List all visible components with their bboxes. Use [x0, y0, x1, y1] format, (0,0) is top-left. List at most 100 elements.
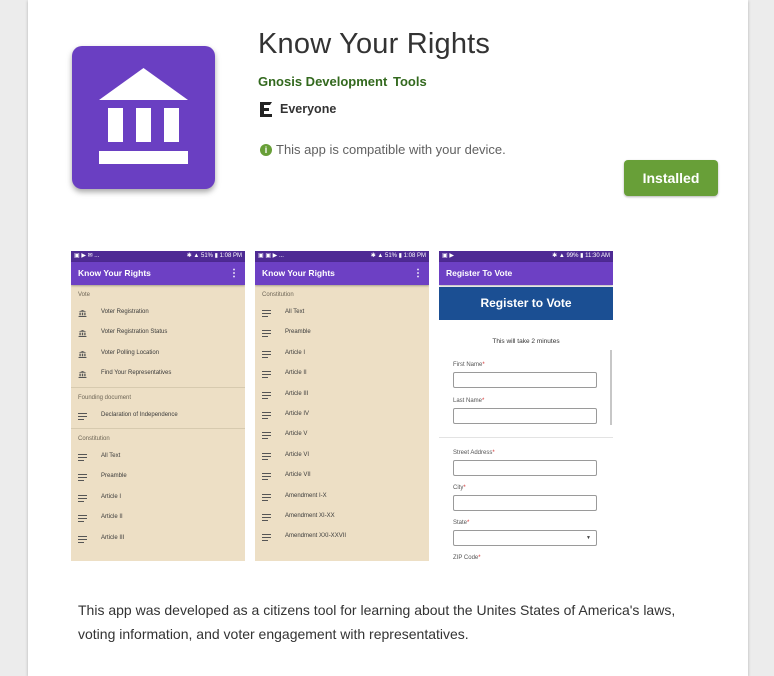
first-name-label: First Name* [453, 362, 485, 368]
street-address-label: Street Address* [453, 450, 495, 456]
lines-icon [262, 391, 271, 399]
list-item: Article II [255, 364, 429, 384]
list-item-label: Article VII [285, 472, 311, 479]
state-label: State* [453, 520, 470, 526]
lines-icon [78, 412, 87, 420]
list-item: Article VII [255, 466, 429, 486]
status-right: ✱ ▲ 51% ▮ 1:08 PM [370, 253, 426, 259]
list-item-label: Preamble [285, 329, 311, 336]
scrollbar [610, 350, 612, 425]
list-item-label: Amendment XXI-XXVII [285, 533, 347, 540]
bank-icon [78, 330, 87, 338]
screenshot-3[interactable]: ▣ ▶ ✱ ▲ 99% ▮ 11:30 AM Register To Vote … [439, 251, 613, 561]
city-field [453, 495, 597, 511]
list-item: Article II [71, 508, 245, 528]
section-heading: Constitution [78, 435, 110, 442]
lines-icon [262, 473, 271, 481]
lines-icon [262, 432, 271, 440]
courthouse-icon [72, 46, 215, 189]
list-item-label: Amendment XI-XX [285, 512, 335, 519]
lines-icon [262, 330, 271, 338]
register-banner: Register to Vote [439, 287, 613, 320]
list-item: Preamble [71, 467, 245, 487]
status-left: ▣ ▣ ▶ ... [258, 253, 284, 259]
content-rating: Everyone [280, 102, 337, 116]
last-name-label: Last Name* [453, 398, 485, 404]
developer-link[interactable]: Gnosis Development [258, 74, 387, 89]
lines-icon [78, 515, 87, 523]
bank-icon [78, 371, 87, 379]
divider [71, 427, 245, 429]
info-icon: i [260, 144, 272, 156]
list-item: Declaration of Independence [71, 406, 245, 426]
bank-icon [78, 310, 87, 317]
list-item: Voter Registration [71, 303, 245, 323]
app-bar-title: Know Your Rights [262, 268, 335, 278]
app-description: This app was developed as a citizens too… [78, 602, 676, 642]
overflow-menu-icon: ⋮ [229, 268, 239, 279]
installed-button[interactable]: Installed [624, 160, 718, 196]
list-item-label: Amendment I-X [285, 492, 327, 499]
list-item-label: All Text [101, 452, 121, 459]
list-item-label: Preamble [101, 473, 127, 480]
list-item: Article VI [255, 446, 429, 466]
list-item-label: Article III [101, 534, 125, 541]
list-item-label: All Text [285, 309, 305, 315]
list-item: Article III [71, 529, 245, 549]
list-item: Amendment XXI-XXVII [255, 527, 429, 547]
lines-icon [262, 513, 271, 521]
list-item-label: Voter Polling Location [101, 349, 160, 356]
app-bar-title: Know Your Rights [78, 268, 151, 278]
list-item-label: Article IV [285, 410, 310, 417]
section-heading: Vote [78, 292, 91, 298]
last-name-field [453, 408, 597, 424]
compatibility-note: This app is compatible with your device. [276, 142, 506, 157]
list-item: Article III [255, 385, 429, 405]
city-label: City* [453, 485, 466, 491]
app-bar: Know Your Rights ⋮ [71, 262, 245, 285]
chevron-down-icon: ▼ [586, 535, 591, 541]
list-item: Article I [71, 488, 245, 508]
section-heading: Constitution [262, 292, 294, 298]
screenshot-2[interactable]: ▣ ▣ ▶ ... ✱ ▲ 51% ▮ 1:08 PM Know Your Ri… [255, 251, 429, 561]
lines-icon [262, 310, 271, 317]
overflow-menu-icon: ⋮ [413, 268, 423, 279]
lines-icon [262, 534, 271, 542]
status-bar: ▣ ▶ ✉ ... ✱ ▲ 51% ▮ 1:08 PM [71, 251, 245, 262]
list-item: Article IV [255, 405, 429, 425]
zip-code-label: ZIP Code* [453, 555, 481, 561]
list-item: Amendment I-X [255, 487, 429, 507]
state-select: ▼ [453, 530, 597, 546]
lines-icon [78, 535, 87, 543]
list-item: Article V [255, 425, 429, 445]
list-item: Amendment XI-XX [255, 507, 429, 527]
list-item: Article I [255, 344, 429, 364]
list-item-label: Article V [285, 431, 308, 438]
list-item-label: Article I [285, 349, 306, 356]
lines-icon [78, 474, 87, 482]
section-heading: Founding document [78, 394, 132, 401]
app-bar: Register To Vote [439, 262, 613, 285]
screenshot-1[interactable]: ▣ ▶ ✉ ... ✱ ▲ 51% ▮ 1:08 PM Know Your Ri… [71, 251, 245, 561]
list-item-label: Voter Registration Status [101, 329, 168, 336]
lines-icon [262, 493, 271, 501]
category-link[interactable]: Tools [393, 74, 427, 89]
lines-icon [78, 494, 87, 502]
list-item: Find Your Representatives [71, 364, 245, 384]
app-details-card: Know Your Rights Gnosis Development Tool… [28, 0, 748, 676]
app-bar-title: Register To Vote [446, 268, 513, 278]
divider [439, 437, 613, 438]
list-item-label: Declaration of Independence [101, 411, 178, 418]
street-address-field [453, 460, 597, 476]
first-name-field [453, 372, 597, 388]
lines-icon [78, 453, 87, 461]
list-item: Preamble [255, 323, 429, 343]
list-item-label: Article VI [285, 451, 310, 458]
list-item-label: Article I [101, 493, 122, 500]
list-item: Voter Polling Location [71, 344, 245, 364]
bank-icon [78, 350, 87, 358]
list-item-label: Article II [101, 514, 123, 521]
list-item-label: Voter Registration [101, 309, 149, 315]
list-item: All Text [71, 447, 245, 467]
lines-icon [262, 411, 271, 419]
